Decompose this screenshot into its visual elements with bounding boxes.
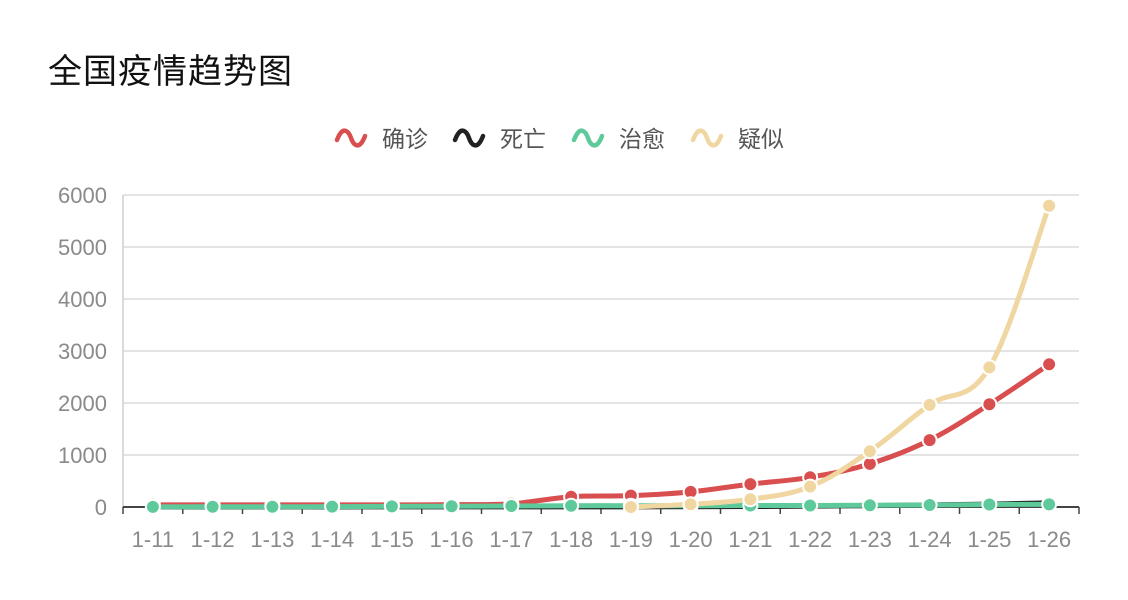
data-point-recovered[interactable] — [802, 497, 819, 514]
data-point-recovered[interactable] — [563, 497, 580, 514]
x-tick-label: 1-21 — [728, 527, 772, 552]
data-point-recovered[interactable] — [383, 498, 400, 515]
x-tick-label: 1-18 — [549, 527, 593, 552]
series-markers — [144, 197, 1058, 515]
legend-swatch-icon — [690, 128, 724, 148]
x-tick-label: 1-15 — [370, 527, 414, 552]
legend-label: 死亡 — [500, 127, 546, 153]
data-point-recovered[interactable] — [1041, 496, 1058, 513]
data-point-suspected[interactable] — [622, 499, 639, 515]
series-lines — [150, 203, 1052, 510]
data-point-suspected[interactable] — [802, 478, 819, 495]
y-tick-label: 0 — [95, 495, 107, 520]
legend-item-deaths[interactable]: 死亡 — [452, 127, 546, 153]
data-point-recovered[interactable] — [921, 497, 938, 514]
legend-swatch-icon — [452, 128, 486, 148]
data-point-confirmed[interactable] — [981, 396, 998, 413]
x-tick-label: 1-17 — [489, 527, 533, 552]
series-line-recovered — [150, 501, 1052, 510]
data-point-suspected[interactable] — [981, 359, 998, 376]
legend-swatch-icon — [571, 128, 605, 148]
x-tick-label: 1-19 — [609, 527, 653, 552]
x-tick-label: 1-26 — [1027, 527, 1071, 552]
legend-label: 治愈 — [619, 127, 665, 153]
y-tick-label: 6000 — [58, 183, 107, 208]
data-point-recovered[interactable] — [144, 498, 161, 515]
data-point-confirmed[interactable] — [921, 432, 938, 449]
y-tick-label: 4000 — [58, 287, 107, 312]
x-tick-label: 1-16 — [430, 527, 474, 552]
data-point-suspected[interactable] — [921, 396, 938, 413]
x-tick-label: 1-13 — [250, 527, 294, 552]
legend-label: 确诊 — [382, 127, 428, 153]
data-point-suspected[interactable] — [861, 443, 878, 460]
x-tick-label: 1-11 — [132, 527, 174, 552]
data-point-recovered[interactable] — [204, 498, 221, 515]
x-tick-label: 1-24 — [908, 527, 952, 552]
x-tick-label: 1-14 — [310, 527, 354, 552]
data-point-recovered[interactable] — [324, 498, 341, 515]
legend-item-recovered[interactable]: 治愈 — [571, 127, 665, 153]
x-tick-label: 1-25 — [967, 527, 1011, 552]
x-tick-label: 1-23 — [848, 527, 892, 552]
x-tick-label: 1-22 — [788, 527, 832, 552]
data-point-recovered[interactable] — [503, 498, 520, 515]
legend-item-confirmed[interactable]: 确诊 — [334, 127, 428, 153]
y-tick-label: 5000 — [58, 235, 107, 260]
y-tick-label: 2000 — [58, 391, 107, 416]
data-point-suspected[interactable] — [742, 491, 759, 508]
x-tick-label: 1-12 — [191, 527, 235, 552]
legend: 确诊 死亡 治愈 疑似 — [334, 127, 784, 153]
data-point-recovered[interactable] — [264, 498, 281, 515]
data-point-recovered[interactable] — [443, 498, 460, 515]
data-point-confirmed[interactable] — [742, 476, 759, 493]
y-tick-label: 1000 — [58, 443, 107, 468]
legend-item-suspected[interactable]: 疑似 — [690, 127, 784, 153]
data-point-suspected[interactable] — [682, 496, 699, 513]
data-point-recovered[interactable] — [981, 496, 998, 513]
data-point-recovered[interactable] — [861, 497, 878, 514]
trend-chart: 0 1000 2000 3000 4000 5000 6000 1-11 1-12 1-13 1-1… — [58, 127, 1080, 552]
data-point-suspected[interactable] — [1041, 197, 1058, 214]
data-point-confirmed[interactable] — [1041, 356, 1058, 373]
legend-swatch-icon — [334, 128, 368, 148]
legend-label: 疑似 — [738, 127, 784, 153]
series-line-confirmed — [150, 361, 1052, 508]
grid-lines — [123, 194, 1079, 456]
series-line-suspected — [628, 203, 1052, 510]
x-tick-label: 1-20 — [669, 527, 713, 552]
y-tick-label: 3000 — [58, 339, 107, 364]
